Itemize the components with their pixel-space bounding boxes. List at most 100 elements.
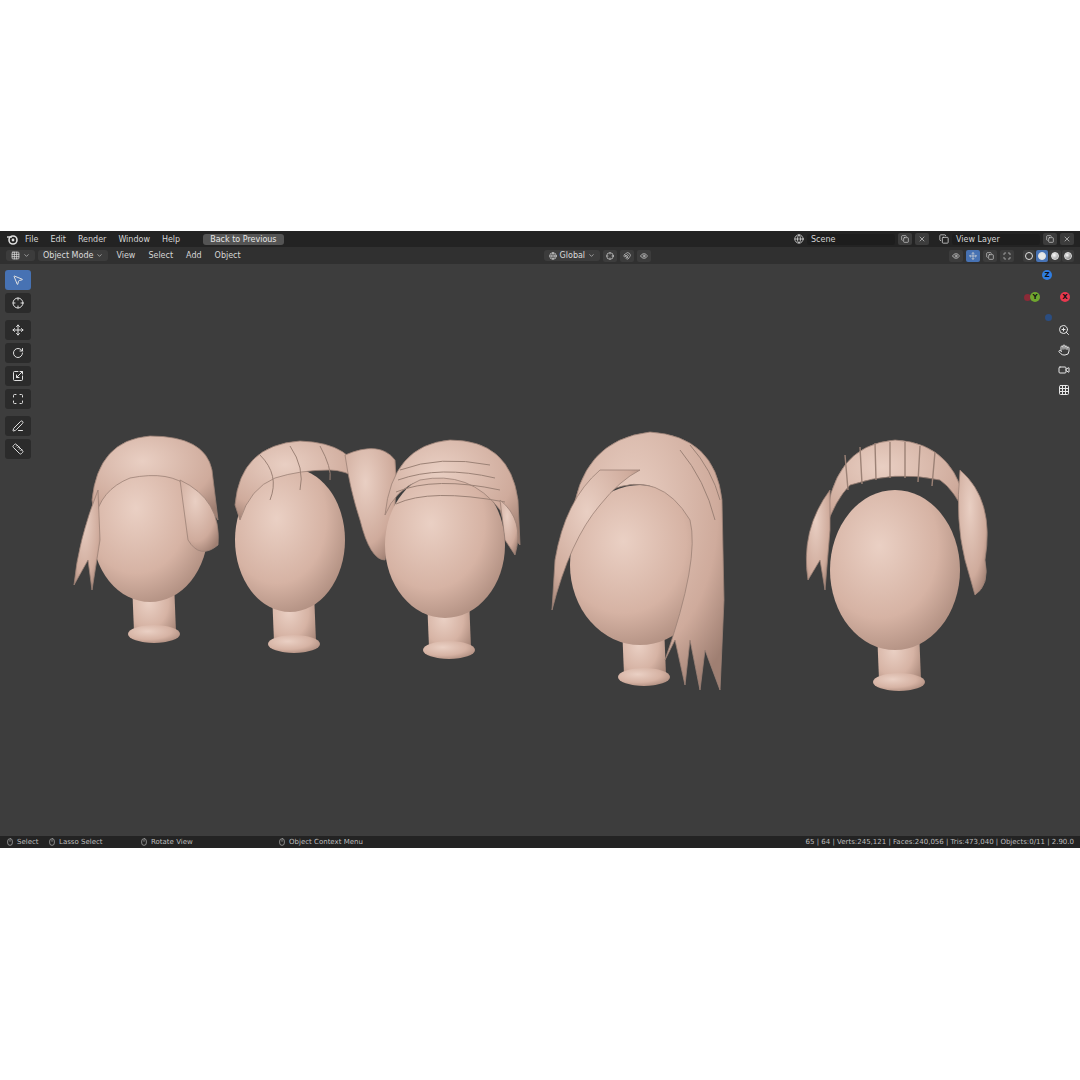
select-cursor-icon — [12, 274, 24, 286]
scene-field[interactable]: Scene — [807, 234, 895, 245]
move-icon — [12, 324, 24, 336]
tool-button[interactable] — [5, 320, 31, 340]
pivot-button[interactable] — [603, 250, 617, 262]
hair-model-curly[interactable] — [806, 440, 987, 691]
menu-item[interactable]: Help — [157, 235, 185, 244]
tool-button[interactable] — [5, 343, 31, 363]
overlay-icon — [986, 252, 994, 260]
back-to-previous-button[interactable]: Back to Previous — [203, 234, 283, 245]
mouse-icon — [278, 838, 286, 846]
3d-viewport[interactable]: Z Y X — [0, 264, 1080, 836]
shading-button[interactable] — [1023, 250, 1035, 262]
perspective-button[interactable] — [1056, 382, 1072, 398]
blender-window: FileEditRenderWindowHelp Back to Previous… — [0, 231, 1080, 848]
shading-buttons — [1023, 250, 1074, 262]
shading-button[interactable] — [1036, 250, 1048, 262]
header-menu-item[interactable]: Add — [181, 251, 207, 260]
new-scene-button[interactable] — [898, 233, 912, 245]
xray-button[interactable] — [1000, 250, 1014, 262]
page: FileEditRenderWindowHelp Back to Previous… — [0, 0, 1080, 1080]
xray-icon — [1003, 252, 1011, 260]
scene-statistics: 65 | 64 | Verts:245,121 | Faces:240,056 … — [806, 838, 1074, 846]
toolbar — [0, 264, 31, 836]
mouse-icon — [6, 838, 14, 846]
menu-item[interactable]: Window — [113, 235, 155, 244]
shading-button[interactable] — [1062, 250, 1074, 262]
chevron-down-icon — [96, 252, 103, 259]
navigation-controls — [1056, 322, 1072, 398]
orientation-dropdown[interactable]: Global — [544, 250, 601, 261]
delete-view-layer-button[interactable] — [1060, 233, 1074, 245]
axis-label[interactable]: Z — [1042, 270, 1052, 280]
hand-icon — [1058, 344, 1070, 356]
tool-button[interactable] — [5, 270, 31, 290]
close-icon — [1063, 235, 1071, 243]
zoom-button[interactable] — [1056, 322, 1072, 338]
axis-label[interactable]: Y — [1030, 292, 1040, 302]
top-bar: FileEditRenderWindowHelp Back to Previous… — [0, 231, 1080, 247]
navigation-gizmo[interactable]: Z Y X — [1022, 270, 1072, 326]
status-hint: Rotate View — [140, 838, 278, 846]
tool-button[interactable] — [5, 293, 31, 313]
pivot-icon — [606, 252, 614, 260]
hair-model-ponytail[interactable] — [235, 441, 396, 653]
gizmo-toggle-button[interactable] — [966, 250, 980, 262]
axis-label[interactable]: X — [1060, 292, 1070, 302]
header-menu-item[interactable]: Select — [143, 251, 178, 260]
menu-item[interactable]: Render — [73, 235, 111, 244]
view-layer-field[interactable]: View Layer — [952, 234, 1040, 245]
view-layer-icon[interactable] — [939, 234, 949, 244]
solid-shading-icon — [1038, 252, 1046, 260]
camera-button[interactable] — [1056, 362, 1072, 378]
editor-type-icon — [11, 251, 20, 260]
top-margin — [0, 0, 1080, 231]
scale-icon — [12, 370, 24, 382]
snap-button[interactable] — [620, 250, 634, 262]
tool-button[interactable] — [5, 366, 31, 386]
scene-selector: Scene — [794, 233, 929, 245]
zoom-icon — [1058, 324, 1070, 336]
annotate-icon — [12, 420, 24, 432]
scene-canvas[interactable] — [0, 264, 1080, 836]
mouse-icon — [48, 838, 56, 846]
new-view-layer-button[interactable] — [1043, 233, 1057, 245]
bottom-margin — [0, 848, 1080, 1080]
visibility-button[interactable] — [949, 250, 963, 262]
mouse-icon — [140, 838, 148, 846]
3d-cursor-icon — [12, 297, 24, 309]
tool-button[interactable] — [5, 416, 31, 436]
magnet-icon — [623, 252, 631, 260]
negative-z-axis[interactable] — [1045, 314, 1052, 321]
material-shading-icon — [1051, 252, 1059, 260]
transform-icon — [12, 393, 24, 405]
editor-type-dropdown[interactable] — [6, 250, 35, 261]
delete-scene-button[interactable] — [915, 233, 929, 245]
tool-button[interactable] — [5, 389, 31, 409]
header-menu-item[interactable]: Object — [210, 251, 246, 260]
hair-model-long[interactable] — [552, 432, 724, 690]
eye-icon — [952, 252, 960, 260]
blender-logo-icon[interactable] — [6, 233, 18, 245]
proportional-edit-button[interactable] — [637, 250, 651, 262]
mode-dropdown[interactable]: Object Mode — [38, 250, 108, 261]
status-hint: Object Context Menu — [278, 838, 363, 846]
measure-icon — [12, 443, 24, 455]
overlay-toggle-button[interactable] — [983, 250, 997, 262]
wireframe-shading-icon — [1025, 252, 1033, 260]
view-layer-selector: View Layer — [939, 233, 1074, 245]
hair-model-bob[interactable] — [74, 436, 218, 643]
tool-button[interactable] — [5, 439, 31, 459]
grid-icon — [1058, 384, 1070, 396]
hair-model-waves[interactable] — [385, 440, 520, 659]
pan-button[interactable] — [1056, 342, 1072, 358]
status-hint: Select — [6, 838, 48, 846]
header-menu-item[interactable]: View — [111, 251, 140, 260]
menu-item[interactable]: Edit — [45, 235, 71, 244]
gizmo-icon — [969, 252, 977, 260]
chevron-down-icon — [23, 252, 30, 259]
shading-button[interactable] — [1049, 250, 1061, 262]
copy-icon — [901, 235, 909, 243]
scene-icon[interactable] — [794, 234, 804, 244]
menu-item[interactable]: File — [20, 235, 43, 244]
camera-icon — [1058, 364, 1070, 376]
